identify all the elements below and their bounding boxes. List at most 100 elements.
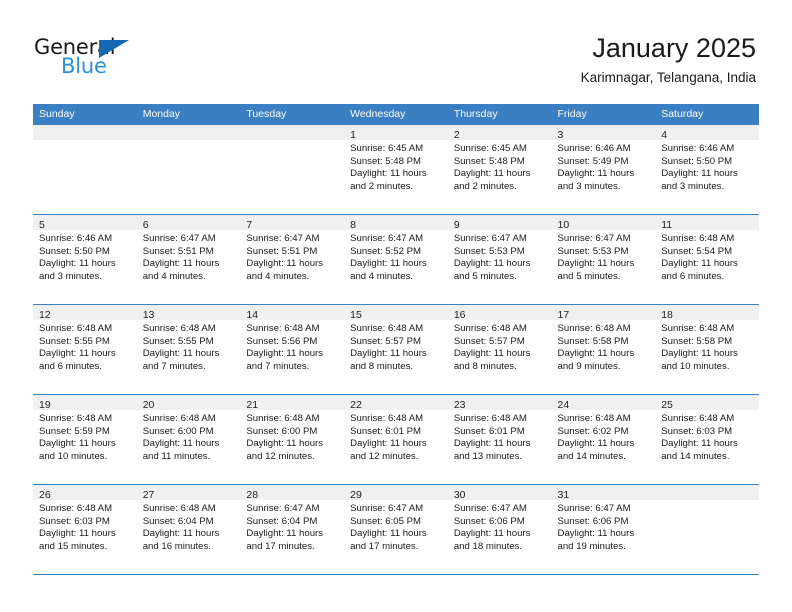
daylight-line-1: Daylight: 11 hours bbox=[557, 168, 635, 180]
day-number: 28 bbox=[246, 489, 259, 501]
day-number-band: 3 bbox=[551, 125, 656, 141]
calendar-grid: Sunday Monday Tuesday Wednesday Thursday… bbox=[33, 104, 759, 575]
logo-text-blue: Blue bbox=[61, 54, 107, 78]
day-cell[interactable]: 19 Sunrise: 6:48 AM Sunset: 5:59 PM Dayl… bbox=[33, 395, 137, 484]
daylight-line-2: and 4 minutes. bbox=[246, 270, 310, 282]
day-cell[interactable]: 7 Sunrise: 6:47 AM Sunset: 5:51 PM Dayli… bbox=[240, 215, 345, 304]
sunset-line: Sunset: 5:57 PM bbox=[453, 335, 525, 347]
day-details: Sunrise: 6:48 AM Sunset: 6:01 PM Dayligh… bbox=[448, 410, 552, 463]
sunrise-line: Sunrise: 6:48 AM bbox=[39, 503, 113, 514]
day-number: 14 bbox=[246, 309, 259, 321]
day-number: 31 bbox=[557, 489, 570, 501]
day-cell[interactable]: 16 Sunrise: 6:48 AM Sunset: 5:57 PM Dayl… bbox=[447, 305, 552, 394]
daylight-line-1: Daylight: 11 hours bbox=[557, 528, 635, 540]
day-cell[interactable]: 31 Sunrise: 6:47 AM Sunset: 6:06 PM Dayl… bbox=[551, 485, 656, 574]
daylight-line-1: Daylight: 11 hours bbox=[350, 348, 427, 360]
day-cell[interactable]: 5 Sunrise: 6:46 AM Sunset: 5:50 PM Dayli… bbox=[33, 215, 137, 304]
daylight-line-2: and 9 minutes. bbox=[557, 360, 621, 372]
day-cell[interactable]: 3 Sunrise: 6:46 AM Sunset: 5:49 PM Dayli… bbox=[551, 125, 656, 214]
weekday-header-saturday: Saturday bbox=[661, 108, 704, 120]
day-number: 4 bbox=[661, 129, 668, 141]
day-cell[interactable]: 29 Sunrise: 6:47 AM Sunset: 6:05 PM Dayl… bbox=[344, 485, 448, 574]
day-number: 29 bbox=[350, 489, 362, 501]
daylight-line-1: Daylight: 11 hours bbox=[557, 258, 635, 270]
day-cell[interactable]: 24 Sunrise: 6:48 AM Sunset: 6:02 PM Dayl… bbox=[551, 395, 656, 484]
day-details: Sunrise: 6:46 AM Sunset: 5:49 PM Dayligh… bbox=[552, 140, 656, 193]
sunrise-line: Sunrise: 6:46 AM bbox=[557, 143, 631, 154]
sunset-line: Sunset: 5:51 PM bbox=[246, 245, 318, 257]
day-number-band: 29 bbox=[344, 485, 448, 501]
daylight-line-1: Daylight: 11 hours bbox=[557, 348, 635, 360]
day-number-band: 27 bbox=[136, 485, 241, 501]
day-details: Sunrise: 6:48 AM Sunset: 5:57 PM Dayligh… bbox=[448, 320, 552, 373]
day-details: Sunrise: 6:48 AM Sunset: 5:58 PM Dayligh… bbox=[655, 320, 759, 373]
day-cell[interactable]: 1 Sunrise: 6:45 AM Sunset: 5:48 PM Dayli… bbox=[344, 125, 448, 214]
day-cell[interactable]: 9 Sunrise: 6:47 AM Sunset: 5:53 PM Dayli… bbox=[447, 215, 552, 304]
day-cell[interactable]: 8 Sunrise: 6:47 AM Sunset: 5:52 PM Dayli… bbox=[344, 215, 448, 304]
day-cell[interactable]: 13 Sunrise: 6:48 AM Sunset: 5:55 PM Dayl… bbox=[136, 305, 241, 394]
daylight-line-1: Daylight: 11 hours bbox=[350, 438, 427, 450]
day-cell[interactable]: 25 Sunrise: 6:48 AM Sunset: 6:03 PM Dayl… bbox=[655, 395, 759, 484]
daylight-line-1: Daylight: 11 hours bbox=[453, 348, 531, 360]
day-cell[interactable]: 10 Sunrise: 6:47 AM Sunset: 5:53 PM Dayl… bbox=[551, 215, 656, 304]
daylight-line-2: and 6 minutes. bbox=[661, 270, 725, 282]
daylight-line-1: Daylight: 11 hours bbox=[246, 348, 324, 360]
sunset-line: Sunset: 6:00 PM bbox=[142, 425, 214, 437]
week-row: 1 Sunrise: 6:45 AM Sunset: 5:48 PM Dayli… bbox=[33, 125, 759, 215]
day-number-band: 17 bbox=[551, 305, 656, 321]
day-number: 2 bbox=[453, 129, 460, 141]
page-title: January 2025 bbox=[592, 33, 756, 63]
sunrise-line: Sunrise: 6:47 AM bbox=[246, 503, 320, 514]
daylight-line-2: and 15 minutes. bbox=[39, 540, 108, 552]
day-cell[interactable]: 27 Sunrise: 6:48 AM Sunset: 6:04 PM Dayl… bbox=[136, 485, 241, 574]
day-cell[interactable]: 21 Sunrise: 6:48 AM Sunset: 6:00 PM Dayl… bbox=[240, 395, 345, 484]
sunset-line: Sunset: 6:06 PM bbox=[557, 515, 629, 527]
sunset-line: Sunset: 5:55 PM bbox=[142, 335, 214, 347]
day-number: 21 bbox=[246, 399, 259, 411]
daylight-line-1: Daylight: 11 hours bbox=[453, 168, 531, 180]
daylight-line-2: and 8 minutes. bbox=[453, 360, 517, 372]
daylight-line-1: Daylight: 11 hours bbox=[39, 258, 116, 270]
day-cell[interactable]: 11 Sunrise: 6:48 AM Sunset: 5:54 PM Dayl… bbox=[655, 215, 759, 304]
day-cell bbox=[33, 125, 137, 214]
day-cell[interactable]: 12 Sunrise: 6:48 AM Sunset: 5:55 PM Dayl… bbox=[33, 305, 137, 394]
day-number-band: 16 bbox=[447, 305, 552, 321]
day-number-band: 18 bbox=[655, 305, 759, 321]
day-details: Sunrise: 6:48 AM Sunset: 6:02 PM Dayligh… bbox=[552, 410, 656, 463]
day-cell[interactable]: 2 Sunrise: 6:45 AM Sunset: 5:48 PM Dayli… bbox=[447, 125, 552, 214]
day-cell[interactable]: 6 Sunrise: 6:47 AM Sunset: 5:51 PM Dayli… bbox=[136, 215, 241, 304]
daylight-line-1: Daylight: 11 hours bbox=[142, 528, 220, 540]
day-details: Sunrise: 6:47 AM Sunset: 5:51 PM Dayligh… bbox=[137, 230, 241, 283]
day-number: 6 bbox=[142, 219, 149, 231]
day-number-band: 11 bbox=[655, 215, 759, 231]
day-cell[interactable]: 18 Sunrise: 6:48 AM Sunset: 5:58 PM Dayl… bbox=[655, 305, 759, 394]
sunset-line: Sunset: 6:01 PM bbox=[453, 425, 525, 437]
day-details bbox=[137, 140, 241, 143]
day-cell[interactable]: 4 Sunrise: 6:46 AM Sunset: 5:50 PM Dayli… bbox=[655, 125, 759, 214]
day-details: Sunrise: 6:46 AM Sunset: 5:50 PM Dayligh… bbox=[33, 230, 137, 283]
calendar-page: General Blue January 2025 Karimnagar, Te… bbox=[0, 0, 792, 612]
sunrise-line: Sunrise: 6:48 AM bbox=[453, 413, 527, 424]
day-cell[interactable]: 30 Sunrise: 6:47 AM Sunset: 6:06 PM Dayl… bbox=[447, 485, 552, 574]
day-details: Sunrise: 6:48 AM Sunset: 5:58 PM Dayligh… bbox=[552, 320, 656, 373]
day-cell[interactable]: 26 Sunrise: 6:48 AM Sunset: 6:03 PM Dayl… bbox=[33, 485, 137, 574]
day-cell[interactable]: 23 Sunrise: 6:48 AM Sunset: 6:01 PM Dayl… bbox=[447, 395, 552, 484]
sunrise-line: Sunrise: 6:48 AM bbox=[350, 413, 424, 424]
sunrise-line: Sunrise: 6:47 AM bbox=[557, 233, 631, 244]
day-cell[interactable]: 17 Sunrise: 6:48 AM Sunset: 5:58 PM Dayl… bbox=[551, 305, 656, 394]
sunset-line: Sunset: 5:51 PM bbox=[142, 245, 214, 257]
day-number: 15 bbox=[350, 309, 362, 321]
day-number: 18 bbox=[661, 309, 673, 321]
day-cell[interactable]: 20 Sunrise: 6:48 AM Sunset: 6:00 PM Dayl… bbox=[136, 395, 241, 484]
day-details: Sunrise: 6:47 AM Sunset: 5:51 PM Dayligh… bbox=[240, 230, 344, 283]
day-cell[interactable]: 14 Sunrise: 6:48 AM Sunset: 5:56 PM Dayl… bbox=[240, 305, 345, 394]
daylight-line-2: and 3 minutes. bbox=[661, 180, 725, 192]
day-cell bbox=[655, 485, 759, 574]
day-cell[interactable]: 22 Sunrise: 6:48 AM Sunset: 6:01 PM Dayl… bbox=[344, 395, 448, 484]
day-cell[interactable]: 15 Sunrise: 6:48 AM Sunset: 5:57 PM Dayl… bbox=[344, 305, 448, 394]
day-number-band bbox=[240, 125, 345, 140]
day-cell[interactable]: 28 Sunrise: 6:47 AM Sunset: 6:04 PM Dayl… bbox=[240, 485, 345, 574]
daylight-line-1: Daylight: 11 hours bbox=[39, 348, 116, 360]
sunrise-line: Sunrise: 6:48 AM bbox=[142, 413, 216, 424]
title-block: January 2025 Karimnagar, Telangana, Indi… bbox=[581, 32, 756, 86]
